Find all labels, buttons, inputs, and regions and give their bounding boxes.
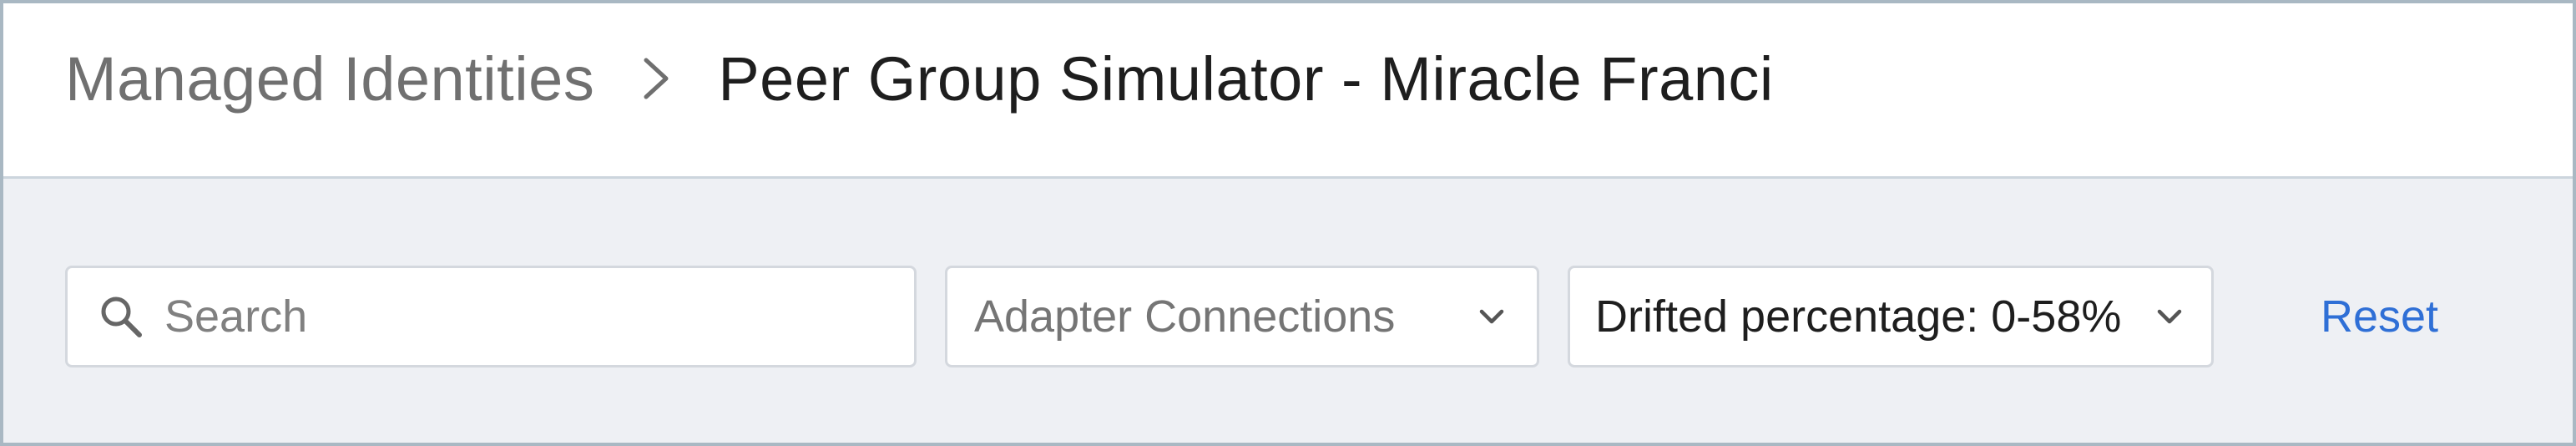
filter-toolbar: Adapter Connections Drifted percentage: … xyxy=(3,179,2573,443)
page-title: Peer Group Simulator - Miracle Franci xyxy=(718,43,1774,114)
breadcrumb-parent-link[interactable]: Managed Identities xyxy=(65,43,594,114)
adapter-connections-dropdown[interactable]: Adapter Connections xyxy=(945,266,1539,367)
chevron-down-icon xyxy=(1475,300,1508,333)
drifted-percentage-label: Drifted percentage: 0-58% xyxy=(1595,291,2122,342)
reset-button[interactable]: Reset xyxy=(2321,266,2438,367)
chevron-down-icon xyxy=(2153,300,2186,333)
search-box[interactable] xyxy=(65,266,917,367)
drifted-percentage-dropdown[interactable]: Drifted percentage: 0-58% xyxy=(1568,266,2214,367)
search-icon xyxy=(96,291,146,342)
adapter-connections-label: Adapter Connections xyxy=(974,291,1396,342)
page-header: Managed Identities Peer Group Simulator … xyxy=(3,3,2573,179)
app-frame: Managed Identities Peer Group Simulator … xyxy=(0,0,2576,446)
chevron-right-icon xyxy=(614,37,698,120)
search-input[interactable] xyxy=(164,291,832,342)
breadcrumb: Managed Identities Peer Group Simulator … xyxy=(65,37,1774,120)
